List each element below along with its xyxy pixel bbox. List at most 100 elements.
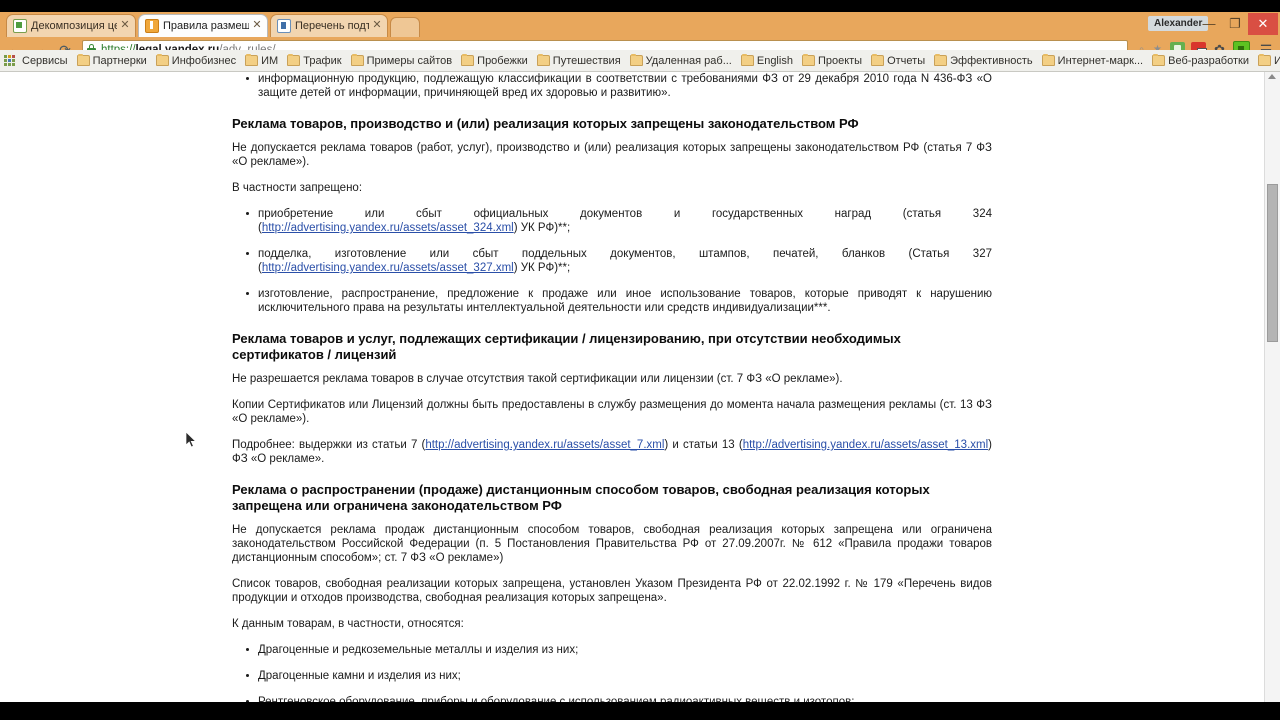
bullet-text-after: ) УК РФ)**; [513,222,571,234]
minimize-button[interactable]: — [1196,13,1222,35]
folder-icon [1257,54,1271,66]
bookmark-label: Удаленная раб... [645,54,732,67]
bookmark-primery-saytov[interactable]: Примеры сайтов [350,54,453,68]
bookmark-label: Отчеты [887,54,926,67]
list-item: Рентгеновское оборудование, приборы и об… [232,695,992,702]
close-icon[interactable]: ✕ [251,20,263,32]
bookmark-udalennaya-rabota[interactable]: Удаленная раб... [629,54,732,68]
bookmark-label: Инфобизнес [171,54,237,67]
section2-paragraph-1: Не разрешается реклама товаров в случае … [232,373,843,385]
vertical-scrollbar[interactable] [1264,72,1280,702]
asset-13-link[interactable]: http://advertising.yandex.ru/assets/asse… [743,439,988,451]
section2-paragraph-3: Подробнее: выдержки из статьи 7 (http://… [232,438,992,466]
folder-icon [871,54,885,66]
bookmark-label: Интернет-марк... [1057,54,1144,67]
bookmark-label: Пробежки [477,54,528,67]
bookmark-probezhki[interactable]: Пробежки [461,54,528,68]
bookmark-partnerki[interactable]: Партнерки [76,54,147,68]
bookmark-label: Веб-разработки [1168,54,1249,67]
list-item: информационную продукцию, подлежащую кла… [232,72,992,100]
para3-text-before: Подробнее: выдержки из статьи 7 ( [232,439,426,451]
section1-paragraph-2: В частности запрещено: [232,182,363,194]
bookmark-label: Сервисы [22,54,68,67]
bookmark-label: Партнерки [92,54,147,67]
tab-pravila-razmeshenia[interactable]: Правила размещен ✕ [138,14,268,37]
bookmark-trafik[interactable]: Трафик [287,54,342,68]
scroll-thumb[interactable] [1267,184,1278,342]
bottom-letterbox [0,702,1280,720]
section3-paragraph-2: Список товаров, свободная реализации кот… [232,578,992,604]
folder-icon [629,54,643,66]
tab-dekompozicia[interactable]: Декомпозиция цел ✕ [6,14,136,37]
bookmark-label: Эффективность [950,54,1033,67]
section3-bullet-list: Драгоценные и редкоземельные металлы и и… [232,643,992,702]
top-bullet-list: информационную продукцию, подлежащую кла… [232,72,992,100]
section-heading-prohibited-goods: Реклама товаров, производство и (или) ре… [232,116,859,131]
bookmark-label: English [756,54,793,67]
tab-title: Декомпозиция цел [31,20,117,32]
document-blue-icon [277,19,291,33]
close-window-button[interactable]: ✕ [1248,13,1278,35]
bookmark-label: Примеры сайтов [366,54,453,67]
tab-title: Правила размещен [163,20,249,32]
apps-grid-icon[interactable] [4,54,16,67]
tab-title: Перечень подтвер [295,20,369,32]
folder-icon [934,54,948,66]
bookmark-proekty[interactable]: Проекты [801,54,863,68]
list-item: изготовление, распространение, предложен… [232,287,992,315]
tab-strip: Декомпозиция цел ✕ Правила размещен ✕ Пе… [0,12,1280,37]
folder-icon [287,54,301,66]
bullet-text-after: ) УК РФ)**; [513,262,571,274]
bookmark-puteshestviya[interactable]: Путешествия [536,54,621,68]
folder-icon [536,54,550,66]
document-green-icon [13,19,27,33]
yandex-orange-icon [145,19,159,33]
bookmark-label: Путешествия [552,54,621,67]
folder-icon [461,54,475,66]
bookmark-otchety[interactable]: Отчеты [871,54,925,68]
folder-icon [155,54,169,66]
section1-paragraph-1: Не допускается реклама товаров (работ, у… [232,142,992,168]
bookmark-infobiznes[interactable]: Инфобизнес [155,54,237,68]
section2-paragraph-2: Копии Сертификатов или Лицензий должны б… [232,399,992,425]
list-item: Драгоценные и редкоземельные металлы и и… [232,643,992,657]
folder-icon [740,54,754,66]
bookmark-internet-marketing[interactable]: Интернет-марк... [1041,54,1144,68]
close-icon[interactable]: ✕ [119,20,131,32]
folder-icon [350,54,364,66]
bookmark-servisy[interactable]: Сервисы [22,54,68,68]
asset-7-link[interactable]: http://advertising.yandex.ru/assets/asse… [425,439,664,451]
tab-perechen-podtver[interactable]: Перечень подтвер ✕ [270,14,388,37]
bookmark-effektivnost[interactable]: Эффективность [934,54,1033,68]
list-item: Драгоценные камни и изделия из них; [232,669,992,683]
bookmark-label: Проекты [817,54,863,67]
bookmark-im[interactable]: ИМ [245,54,278,68]
bookmark-english[interactable]: English [740,54,793,68]
new-tab-button[interactable] [390,17,420,37]
folder-icon [76,54,90,66]
para3-text-middle: ) и статьи 13 ( [664,439,743,451]
asset-327-link[interactable]: http://advertising.yandex.ru/assets/asse… [262,262,514,274]
section1-bullet-list: приобретение или сбыт официальных докуме… [232,207,992,315]
browser-window: Декомпозиция цел ✕ Правила размещен ✕ Пе… [0,0,1280,720]
page-viewport: информационную продукцию, подлежащую кла… [0,72,1280,702]
close-icon[interactable]: ✕ [371,20,383,32]
list-item: приобретение или сбыт официальных докуме… [232,207,992,235]
bullet-text-before: изготовление, распространение, предложен… [258,288,992,314]
maximize-button[interactable]: ❐ [1222,13,1248,35]
folder-icon [245,54,259,66]
bookmark-label: ИМ [261,54,279,67]
section-heading-certification: Реклама товаров и услуг, подлежащих серт… [232,331,901,362]
bookmark-label: Трафик [303,54,342,67]
bookmark-ip[interactable]: ИП [1257,54,1280,68]
section3-paragraph-1: Не допускается реклама продаж дистанцион… [232,524,992,564]
document-body: информационную продукцию, подлежащую кла… [232,72,992,702]
bookmarks-bar: Сервисы Партнерки Инфобизнес ИМ Трафик П… [0,50,1280,72]
list-item: подделка, изготовление или сбыт поддельн… [232,247,992,275]
section3-paragraph-3: К данным товарам, в частности, относятся… [232,618,464,630]
bookmark-veb-razrabotki[interactable]: Веб-разработки [1152,54,1249,68]
folder-icon [1152,54,1166,66]
scroll-up-arrow-icon[interactable] [1268,74,1276,79]
folder-icon [801,54,815,66]
asset-324-link[interactable]: http://advertising.yandex.ru/assets/asse… [262,222,514,234]
